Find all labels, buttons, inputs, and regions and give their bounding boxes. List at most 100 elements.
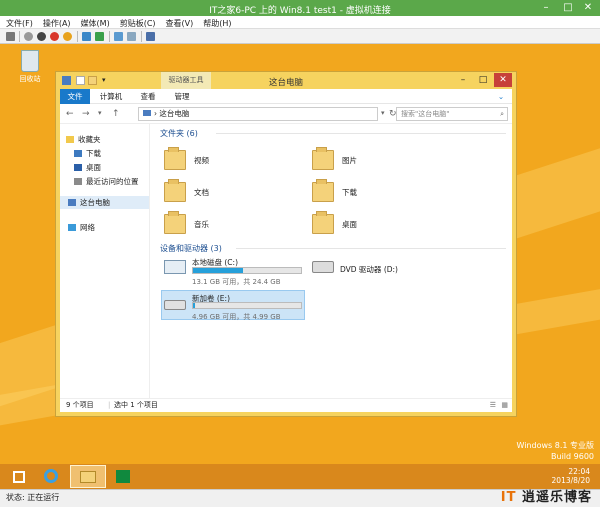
windows-logo-icon: [13, 471, 25, 483]
toolbar-separator: [109, 31, 110, 42]
breadcrumb-chevron-icon[interactable]: ›: [154, 109, 157, 118]
store-button[interactable]: [108, 465, 138, 488]
sidebar-item-downloads[interactable]: 下载: [74, 148, 101, 159]
drive-e-space: 4.96 GB 可用，共 4.99 GB: [192, 313, 281, 321]
toolbar-separator: [19, 31, 20, 42]
sidebar-item-this-pc[interactable]: 这台电脑: [60, 196, 149, 209]
clock-time: 22:04: [568, 467, 590, 476]
recycle-bin-label: 回收站: [19, 75, 41, 83]
minimize-button[interactable]: –: [536, 0, 556, 16]
drives-group-header[interactable]: 设备和驱动器 (3): [160, 243, 222, 254]
toolbar-separator: [77, 31, 78, 42]
folder-downloads[interactable]: 下载: [342, 187, 357, 198]
desktop-folder-icon[interactable]: [312, 211, 334, 234]
clock-date: 2013/8/20: [551, 476, 590, 485]
vm-menu-bar: 文件(F) 操作(A) 媒体(M) 剪贴板(C) 查看(V) 帮助(H): [0, 16, 600, 29]
folder-documents[interactable]: 文档: [194, 187, 209, 198]
recycle-bin-icon: [21, 50, 39, 72]
content-pane: 文件夹 (6) 视频 图片 文档 下载 音乐 桌面 设备和驱动器 (3) 本地磁…: [152, 124, 512, 398]
explorer-close-button[interactable]: ✕: [494, 73, 512, 87]
taskbar: 22:04 2013/8/20: [0, 464, 600, 489]
forward-arrow-icon[interactable]: →: [82, 109, 90, 119]
tab-file[interactable]: 文件: [60, 89, 90, 104]
menu-media[interactable]: 媒体(M): [75, 16, 114, 29]
sidebar-item-favorites[interactable]: 收藏夹: [66, 134, 101, 145]
group-divider: [216, 133, 506, 134]
turn-off-icon[interactable]: [37, 32, 46, 41]
ctrl-alt-del-icon[interactable]: [6, 32, 15, 41]
pause-icon[interactable]: [82, 32, 91, 41]
documents-folder-icon[interactable]: [164, 179, 186, 202]
reset-icon[interactable]: [95, 32, 104, 41]
details-view-icon[interactable]: ☰: [490, 399, 496, 412]
menu-clipboard[interactable]: 剪贴板(C): [114, 16, 160, 29]
status-divider: |: [108, 401, 111, 409]
pictures-folder-icon[interactable]: [312, 147, 334, 170]
videos-folder-icon[interactable]: [164, 147, 186, 170]
start-button[interactable]: [4, 465, 34, 488]
menu-help[interactable]: 帮助(H): [197, 16, 235, 29]
music-folder-icon[interactable]: [164, 211, 186, 234]
folder-pictures[interactable]: 图片: [342, 155, 357, 166]
recycle-bin-shortcut[interactable]: 回收站: [10, 50, 50, 84]
save-state-icon[interactable]: [63, 32, 72, 41]
vm-status-text: 状态: 正在运行: [6, 493, 60, 502]
store-icon: [116, 470, 130, 483]
tiles-view-icon[interactable]: ▦: [501, 399, 508, 412]
recent-places-icon: [74, 178, 82, 185]
search-placeholder: 搜索"这台电脑": [401, 110, 450, 118]
search-input[interactable]: 搜索"这台电脑" ⌕: [396, 107, 508, 121]
folder-desktop[interactable]: 桌面: [342, 219, 357, 230]
start-icon[interactable]: [24, 32, 33, 41]
recent-locations-icon[interactable]: ▾: [98, 109, 102, 117]
sidebar-item-network[interactable]: 网络: [68, 222, 95, 233]
internet-explorer-button[interactable]: [36, 465, 66, 488]
drive-d-name[interactable]: DVD 驱动器 (D:): [340, 264, 398, 275]
search-icon[interactable]: ⌕: [500, 108, 504, 120]
downloads-folder-icon[interactable]: [312, 179, 334, 202]
sidebar-item-desktop[interactable]: 桌面: [74, 162, 101, 173]
folder-music[interactable]: 音乐: [194, 219, 209, 230]
address-input[interactable]: › 这台电脑: [138, 107, 378, 121]
selected-count: 选中 1 个项目: [114, 401, 158, 409]
address-dropdown-icon[interactable]: ▾: [381, 109, 385, 117]
checkpoint-icon[interactable]: [114, 32, 123, 41]
back-arrow-icon[interactable]: ←: [66, 109, 74, 119]
folder-videos[interactable]: 视频: [194, 155, 209, 166]
close-button[interactable]: ✕: [578, 0, 598, 16]
menu-view[interactable]: 查看(V): [160, 16, 198, 29]
blog-logo-name: 逍遥乐博客: [521, 490, 592, 505]
sidebar-item-recent[interactable]: 最近访问的位置: [74, 176, 139, 187]
explorer-status-bar: 9 个项目 | 选中 1 个项目 ☰ ▦: [60, 398, 512, 412]
up-arrow-icon[interactable]: ↑: [112, 109, 120, 119]
item-count: 9 个项目: [66, 401, 94, 409]
windows-drive-icon: [164, 260, 186, 274]
explorer-maximize-button[interactable]: □: [474, 73, 492, 87]
desktop-icon: [74, 164, 82, 171]
explorer-minimize-button[interactable]: –: [454, 73, 472, 87]
menu-file[interactable]: 文件(F): [0, 16, 37, 29]
windows-edition: Windows 8.1 专业版: [516, 441, 594, 450]
hard-drive-icon: [164, 300, 186, 310]
toolbar-separator: [141, 31, 142, 42]
sidebar-label: 最近访问的位置: [86, 177, 139, 186]
tab-manage[interactable]: 管理: [168, 89, 196, 104]
vm-title-bar: IT之家6-PC 上的 Win8.1 test1 - 虚拟机连接 – □ ✕: [0, 0, 600, 16]
group-divider: [236, 248, 506, 249]
tab-view[interactable]: 查看: [134, 89, 162, 104]
folders-group-header[interactable]: 文件夹 (6): [160, 128, 198, 139]
shutdown-icon[interactable]: [50, 32, 59, 41]
system-clock[interactable]: 22:04 2013/8/20: [552, 467, 590, 485]
blog-watermark: IT 逍遥乐博客: [501, 489, 592, 507]
enhanced-session-icon[interactable]: [146, 32, 155, 41]
menu-action[interactable]: 操作(A): [37, 16, 75, 29]
vm-window-title: IT之家6-PC 上的 Win8.1 test1 - 虚拟机连接: [209, 6, 391, 16]
ribbon-expand-icon[interactable]: ⌄: [496, 89, 506, 104]
breadcrumb[interactable]: 这台电脑: [159, 109, 189, 118]
explorer-window-title: 这台电脑: [268, 78, 303, 88]
tab-computer[interactable]: 计算机: [94, 89, 128, 104]
drive-c-usage-bar: [192, 267, 302, 274]
file-explorer-button[interactable]: [70, 465, 106, 488]
revert-icon[interactable]: [127, 32, 136, 41]
maximize-button[interactable]: □: [558, 0, 578, 16]
